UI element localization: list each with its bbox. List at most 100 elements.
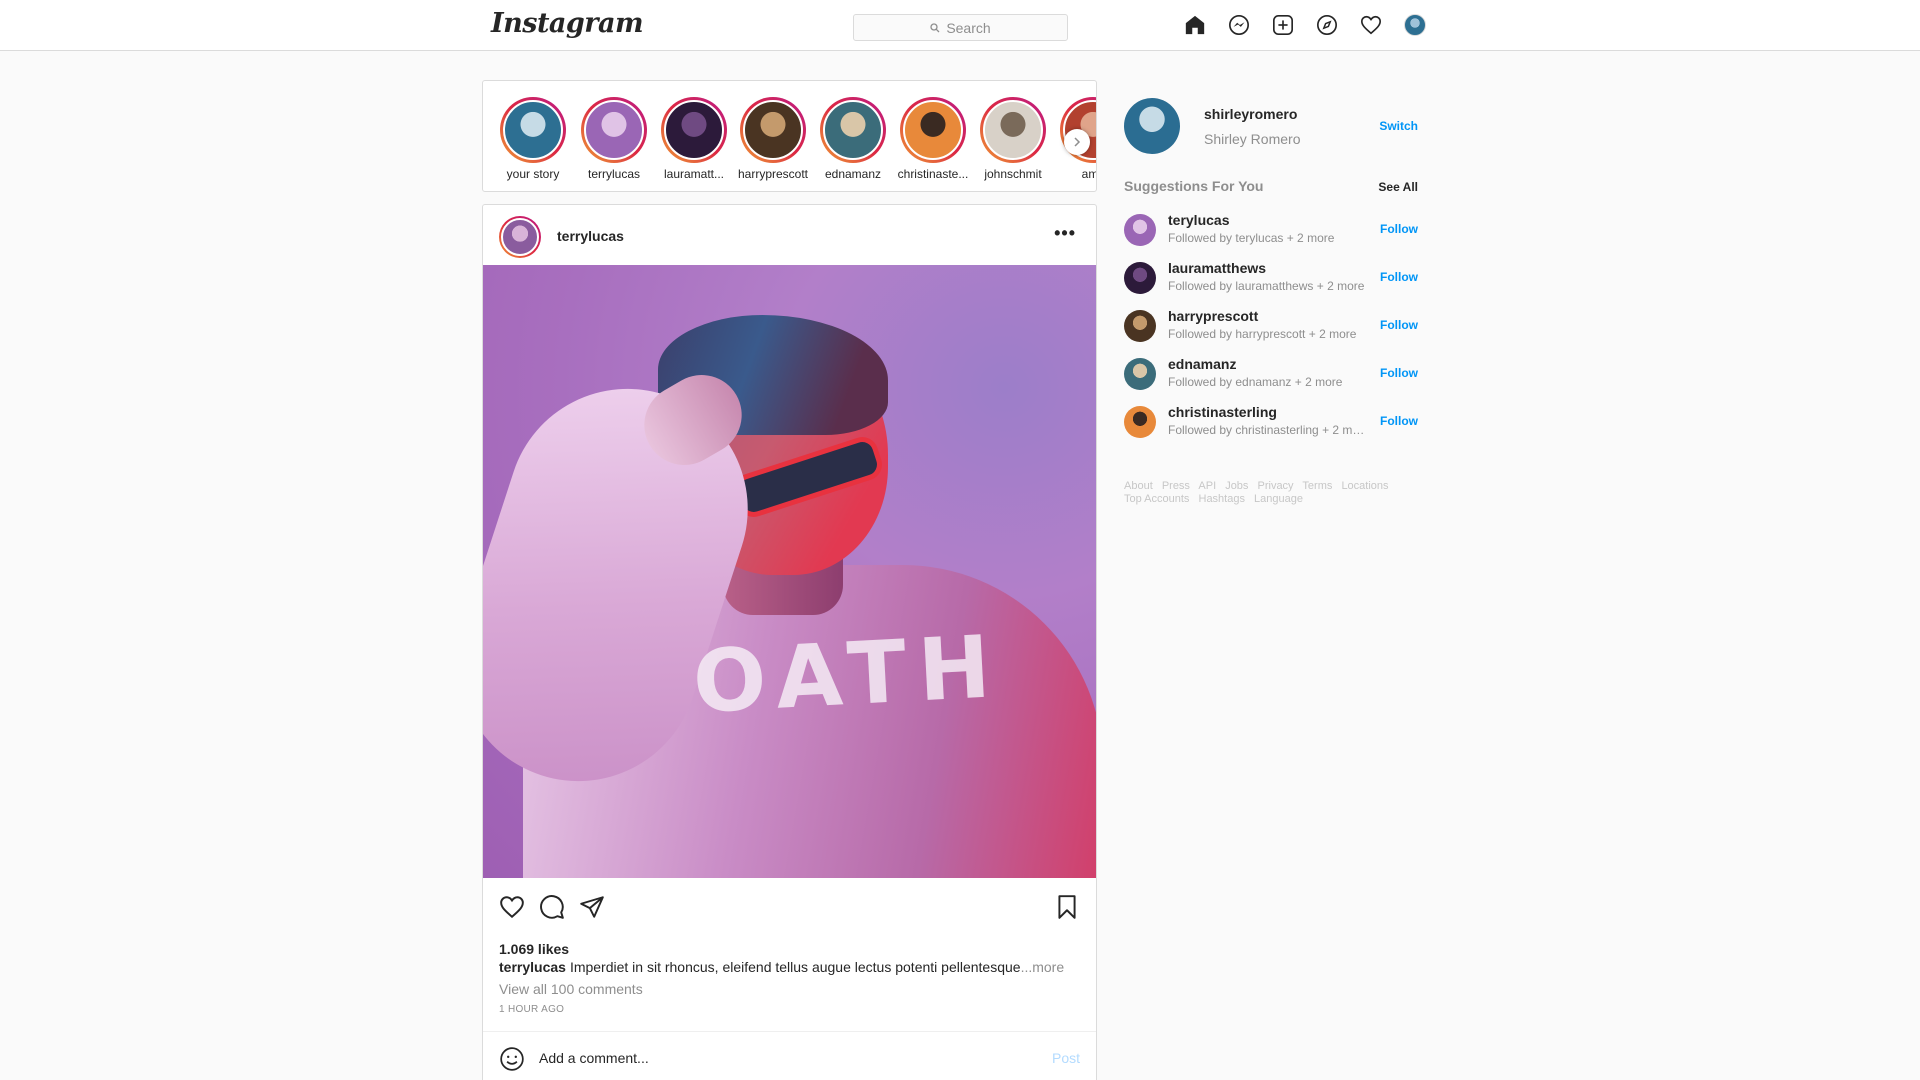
post-action-bar (483, 878, 1096, 934)
suggestion-followed-by: Followed by terylucas + 2 more (1168, 231, 1335, 245)
post-caption: terrylucas Imperdiet in sit rhoncus, elei… (483, 958, 1096, 976)
story-item[interactable]: christinaste... (897, 97, 969, 181)
suggestion-followed-by: Followed by lauramatthews + 2 more (1168, 279, 1365, 293)
follow-button[interactable]: Follow (1380, 366, 1418, 380)
right-sidebar: shirleyromero Shirley Romero Switch Sugg… (1124, 98, 1418, 506)
suggestion-username[interactable]: lauramatthews (1168, 260, 1266, 276)
messenger-icon[interactable] (1228, 14, 1250, 36)
search-placeholder: Search (946, 19, 991, 36)
suggestion-username[interactable]: harryprescott (1168, 308, 1258, 324)
suggestion-item: harryprescott Followed by harryprescott … (1124, 302, 1418, 350)
suggestions-header: Suggestions For You See All (1124, 178, 1418, 196)
switch-account-button[interactable]: Switch (1379, 119, 1418, 133)
instagram-logo[interactable]: Instagram (491, 8, 644, 39)
suggestion-followed-by: Followed by christinasterling + 2 more (1168, 423, 1366, 437)
post-author-avatar[interactable] (499, 216, 541, 258)
current-user-panel: shirleyromero Shirley Romero Switch (1124, 98, 1418, 154)
chevron-right-icon (1074, 137, 1081, 147)
footer-link-terms[interactable]: Terms (1302, 480, 1332, 492)
suggestion-item: christinasterling Followed by christinas… (1124, 398, 1418, 446)
story-item[interactable]: lauramatt... (658, 97, 730, 181)
top-navigation-bar: Instagram Search (0, 0, 1920, 51)
post-comment-button[interactable]: Post (1052, 1050, 1080, 1066)
story-item[interactable]: your story (497, 97, 569, 181)
feed-column: your story terrylucas lauramatt... harry… (482, 80, 1097, 1080)
sidebar-footer: About Press API Jobs Privacy Terms Locat… (1124, 480, 1418, 506)
post-image[interactable]: OATH (483, 265, 1096, 878)
comment-input[interactable]: Add a comment... (539, 1050, 649, 1066)
story-item[interactable]: terrylucas (578, 97, 650, 181)
suggestion-avatar[interactable] (1124, 406, 1156, 438)
suggestion-avatar[interactable] (1124, 358, 1156, 390)
post-card: terrylucas ••• OATH 1.069 likes terryluc… (482, 204, 1097, 1080)
footer-link-jobs[interactable]: Jobs (1225, 480, 1248, 492)
new-post-icon[interactable] (1272, 14, 1294, 36)
story-avatar (903, 100, 963, 160)
see-all-link[interactable]: See All (1378, 180, 1418, 194)
post-author-username[interactable]: terrylucas (557, 228, 624, 244)
current-username[interactable]: shirleyromero (1204, 106, 1297, 122)
suggestion-username[interactable]: terylucas (1168, 212, 1229, 228)
story-avatar (983, 100, 1043, 160)
caption-username[interactable]: terrylucas (499, 959, 566, 975)
stories-next-button[interactable] (1064, 129, 1090, 155)
comment-icon[interactable] (539, 894, 565, 920)
story-avatar (584, 100, 644, 160)
post-timestamp[interactable]: 1 HOUR AGO (483, 1004, 1096, 1015)
like-heart-icon[interactable] (499, 894, 525, 920)
story-username: amy (1081, 167, 1096, 181)
search-input[interactable]: Search (853, 14, 1068, 41)
footer-link-locations[interactable]: Locations (1341, 480, 1388, 492)
story-item[interactable]: johnschmit (977, 97, 1049, 181)
suggestions-list: terylucas Followed by terylucas + 2 more… (1124, 206, 1418, 446)
emoji-icon[interactable] (499, 1046, 525, 1072)
story-username: harryprescott (737, 167, 809, 181)
home-icon[interactable] (1184, 14, 1206, 36)
suggestion-item: terylucas Followed by terylucas + 2 more… (1124, 206, 1418, 254)
footer-link-api[interactable]: API (1198, 480, 1216, 492)
footer-link-language[interactable]: Language (1254, 493, 1303, 505)
suggestion-item: ednamanz Followed by ednamanz + 2 more F… (1124, 350, 1418, 398)
suggestion-avatar[interactable] (1124, 214, 1156, 246)
story-avatar (823, 100, 883, 160)
view-all-comments-link[interactable]: View all 100 comments (483, 980, 1096, 998)
suggestion-username[interactable]: ednamanz (1168, 356, 1236, 372)
story-username: johnschmit (984, 167, 1042, 181)
story-username: lauramatt... (663, 167, 725, 181)
story-item[interactable]: ednamanz (817, 97, 889, 181)
follow-button[interactable]: Follow (1380, 318, 1418, 332)
suggestion-username[interactable]: christinasterling (1168, 404, 1277, 420)
explore-icon[interactable] (1316, 14, 1338, 36)
profile-avatar[interactable] (1404, 14, 1426, 36)
story-username: ednamanz (824, 167, 882, 181)
image-sweater-print: OATH (690, 616, 1005, 734)
footer-link-top-accounts[interactable]: Top Accounts (1124, 493, 1189, 505)
story-avatar (664, 100, 724, 160)
suggestion-avatar[interactable] (1124, 262, 1156, 294)
suggestion-item: lauramatthews Followed by lauramatthews … (1124, 254, 1418, 302)
footer-links-row: About Press API Jobs Privacy Terms Locat… (1124, 480, 1418, 493)
story-username: christinaste... (897, 167, 969, 181)
save-bookmark-icon[interactable] (1054, 894, 1080, 920)
footer-links-row: Top Accounts Hashtags Language (1124, 493, 1418, 506)
story-username: your story (506, 167, 560, 181)
footer-link-hashtags[interactable]: Hashtags (1199, 493, 1245, 505)
follow-button[interactable]: Follow (1380, 222, 1418, 236)
post-header: terrylucas ••• (483, 205, 1096, 265)
footer-link-press[interactable]: Press (1162, 480, 1190, 492)
more-options-icon[interactable]: ••• (1054, 223, 1076, 244)
current-user-fullname: Shirley Romero (1204, 131, 1301, 147)
story-username: terrylucas (587, 167, 640, 181)
activity-heart-icon[interactable] (1360, 14, 1382, 36)
add-comment-bar: Add a comment... Post (483, 1031, 1096, 1080)
current-user-avatar[interactable] (1124, 98, 1180, 154)
follow-button[interactable]: Follow (1380, 414, 1418, 428)
share-icon[interactable] (579, 894, 605, 920)
caption-more-link[interactable]: ...more (1021, 959, 1065, 975)
suggestion-avatar[interactable] (1124, 310, 1156, 342)
footer-link-about[interactable]: About (1124, 480, 1153, 492)
footer-link-privacy[interactable]: Privacy (1258, 480, 1294, 492)
story-item[interactable]: harryprescott (737, 97, 809, 181)
follow-button[interactable]: Follow (1380, 270, 1418, 284)
likes-count[interactable]: 1.069 likes (483, 940, 1096, 958)
